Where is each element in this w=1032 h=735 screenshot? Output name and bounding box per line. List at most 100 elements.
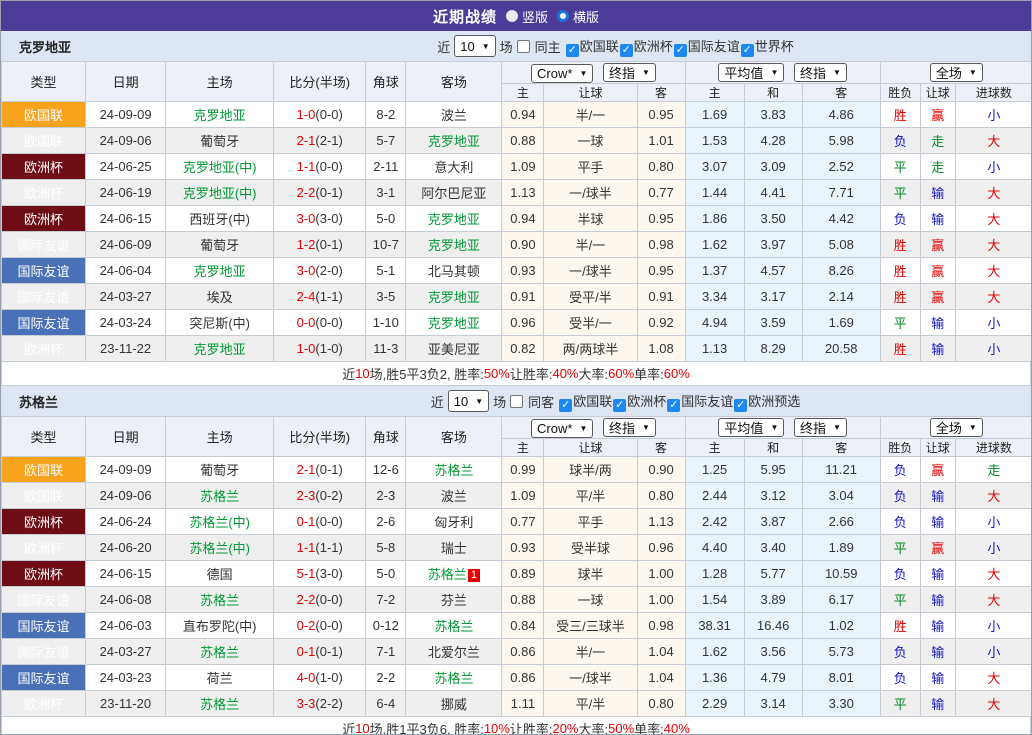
scope-select[interactable]: 全场 ▼ [929, 63, 983, 82]
corner-score: 2-11 [365, 153, 407, 180]
competition-checkbox[interactable]: ✓ [673, 43, 687, 57]
average-select[interactable]: 平均值 ▼ [718, 63, 785, 82]
team-link[interactable]: 克罗地亚 [194, 108, 246, 123]
team-link[interactable]: 亚美尼亚 [428, 342, 480, 357]
match-row: 国际友谊 24-06-08 苏格兰 2-2(0-0) 7-2 芬兰 0.88 一球 1.00 1.… [1, 586, 1031, 613]
same-venue-label[interactable]: 同主 [535, 37, 561, 56]
team-link[interactable]: 葡萄牙 [200, 134, 239, 149]
average-odds-cell: 1.89 [801, 534, 881, 561]
team-link[interactable]: 克罗地亚(中) [183, 160, 257, 175]
radio-icon[interactable] [505, 10, 518, 22]
competition-label[interactable]: 欧国联 [573, 394, 612, 409]
team-link[interactable]: 阿尔巴尼亚 [421, 186, 486, 201]
competition-label[interactable]: 国际友谊 [681, 394, 733, 409]
team-link[interactable]: 克罗地亚 [428, 134, 480, 149]
average-odds-cell: 6.17 [801, 586, 881, 613]
team-link[interactable]: 克罗地亚 [428, 238, 480, 253]
away-team-cell: 北马其顿 [405, 257, 503, 284]
radio-horizontal-layout[interactable]: 横版 [557, 7, 599, 26]
team-link[interactable]: 匈牙利 [434, 515, 473, 530]
goals-result-cell: 小 [954, 153, 1031, 180]
same-venue-label[interactable]: 同客 [528, 392, 554, 411]
competition-checkbox[interactable]: ✓ [619, 43, 633, 57]
odds-stage-select[interactable]: 终指 ▼ [603, 417, 656, 437]
team-link[interactable]: 克罗地亚(中) [183, 186, 257, 201]
competition-label[interactable]: 国际友谊 [688, 39, 740, 54]
team-link[interactable]: 意大利 [434, 160, 473, 175]
team-link[interactable]: 荷兰 [207, 671, 233, 686]
team-link[interactable]: 挪威 [441, 697, 467, 712]
team-link[interactable]: 芬兰 [441, 593, 467, 608]
team-link[interactable]: 直布罗陀(中) [183, 619, 257, 634]
team-link[interactable]: 苏格兰 [428, 567, 467, 582]
match-row: 国际友谊 24-03-27 埃及 2-4(1-1) 3-5 克罗地亚 0.91 受平/半 0.9… [1, 283, 1031, 310]
same-venue-checkbox[interactable] [510, 394, 524, 408]
team-link[interactable]: 苏格兰(中) [189, 515, 250, 530]
home-team-cell: 克罗地亚 [165, 101, 275, 128]
team-link[interactable]: 苏格兰 [200, 697, 239, 712]
competition-checkbox[interactable]: ✓ [740, 43, 754, 57]
team-link[interactable]: 苏格兰 [434, 671, 473, 686]
team-link[interactable]: 北爱尔兰 [428, 645, 480, 660]
competition-label[interactable]: 欧洲杯 [634, 39, 673, 54]
home-team-cell: 克罗地亚(中) [165, 179, 275, 206]
team-link[interactable]: 葡萄牙 [200, 463, 239, 478]
team-link[interactable]: 突尼斯(中) [189, 316, 250, 331]
match-count-select[interactable]: 10 ▼ [454, 35, 496, 57]
team-link[interactable]: 克罗地亚 [194, 342, 246, 357]
average-odds-cell: 4.94 [684, 309, 745, 336]
team-link[interactable]: 克罗地亚 [428, 212, 480, 227]
team-link[interactable]: 苏格兰 [434, 619, 473, 634]
team-link[interactable]: 埃及 [207, 290, 233, 305]
team-link[interactable]: 北马其顿 [428, 264, 480, 279]
scope-select[interactable]: 全场 ▼ [929, 418, 983, 437]
team-link[interactable]: 苏格兰 [200, 593, 239, 608]
radio-selected-icon[interactable] [557, 10, 569, 22]
league-badge: 欧国联 [1, 456, 87, 483]
avg-stage-select[interactable]: 终指 ▼ [793, 63, 847, 82]
competition-label[interactable]: 欧洲杯 [627, 394, 666, 409]
competition-checkbox[interactable]: ✓ [565, 43, 579, 57]
bookmaker-select[interactable]: Crow* ▼ [531, 63, 594, 83]
odds-stage-select[interactable]: 终指 ▼ [603, 62, 656, 82]
handicap-result-cell: 赢 [919, 101, 956, 128]
team-link[interactable]: 瑞士 [441, 541, 467, 556]
team-link[interactable]: 苏格兰 [200, 489, 239, 504]
team-link[interactable]: 波兰 [441, 489, 467, 504]
fulltime-score: 0-1 [296, 514, 316, 529]
average-select-group: 平均值 ▼ 终指 ▼ [684, 416, 881, 439]
team-link[interactable]: 苏格兰 [200, 645, 239, 660]
team-link[interactable]: 波兰 [441, 108, 467, 123]
fulltime-score: 0-1 [296, 644, 316, 659]
average-odds-cell: 2.42 [684, 508, 745, 535]
competition-label[interactable]: 世界杯 [755, 39, 794, 54]
competition-checkbox[interactable]: ✓ [734, 398, 748, 412]
team-link[interactable]: 苏格兰(中) [189, 541, 250, 556]
team-link[interactable]: 西班牙(中) [189, 212, 250, 227]
match-count-select[interactable]: 10 ▼ [447, 390, 490, 412]
halftime-score: (1-0) [315, 341, 343, 356]
team-link[interactable]: 德国 [207, 567, 233, 582]
score-cell: 4-0(1-0) [273, 664, 367, 691]
competition-label[interactable]: 欧洲预选 [748, 394, 800, 409]
team-link[interactable]: 葡萄牙 [200, 238, 239, 253]
competition-checkbox[interactable]: ✓ [667, 398, 681, 412]
radio-vertical-layout[interactable]: 竖版 [505, 7, 548, 26]
goals-result-cell: 小 [954, 508, 1031, 535]
team-link[interactable]: 克罗地亚 [428, 316, 480, 331]
goals-result-cell: 小 [954, 101, 1031, 128]
radio-vertical-label[interactable]: 竖版 [522, 7, 548, 26]
competition-label[interactable]: 欧国联 [580, 39, 619, 54]
match-row: 欧洲杯 23-11-20 苏格兰 3-3(2-2) 6-4 挪威 1.11 平/半 0.80 2.… [1, 690, 1031, 717]
team-link[interactable]: 克罗地亚 [194, 264, 246, 279]
competition-checkbox[interactable]: ✓ [559, 398, 573, 412]
competition-checkbox[interactable]: ✓ [613, 398, 627, 412]
radio-horizontal-label[interactable]: 横版 [573, 7, 599, 26]
team-link[interactable]: 苏格兰 [434, 463, 473, 478]
team-link[interactable]: 克罗地亚 [428, 290, 480, 305]
fulltime-score: 3-0 [296, 211, 316, 226]
avg-stage-select[interactable]: 终指 ▼ [793, 418, 847, 437]
average-select[interactable]: 平均值 ▼ [718, 418, 785, 437]
bookmaker-select[interactable]: Crow* ▼ [531, 418, 594, 438]
same-venue-checkbox[interactable] [516, 39, 530, 53]
